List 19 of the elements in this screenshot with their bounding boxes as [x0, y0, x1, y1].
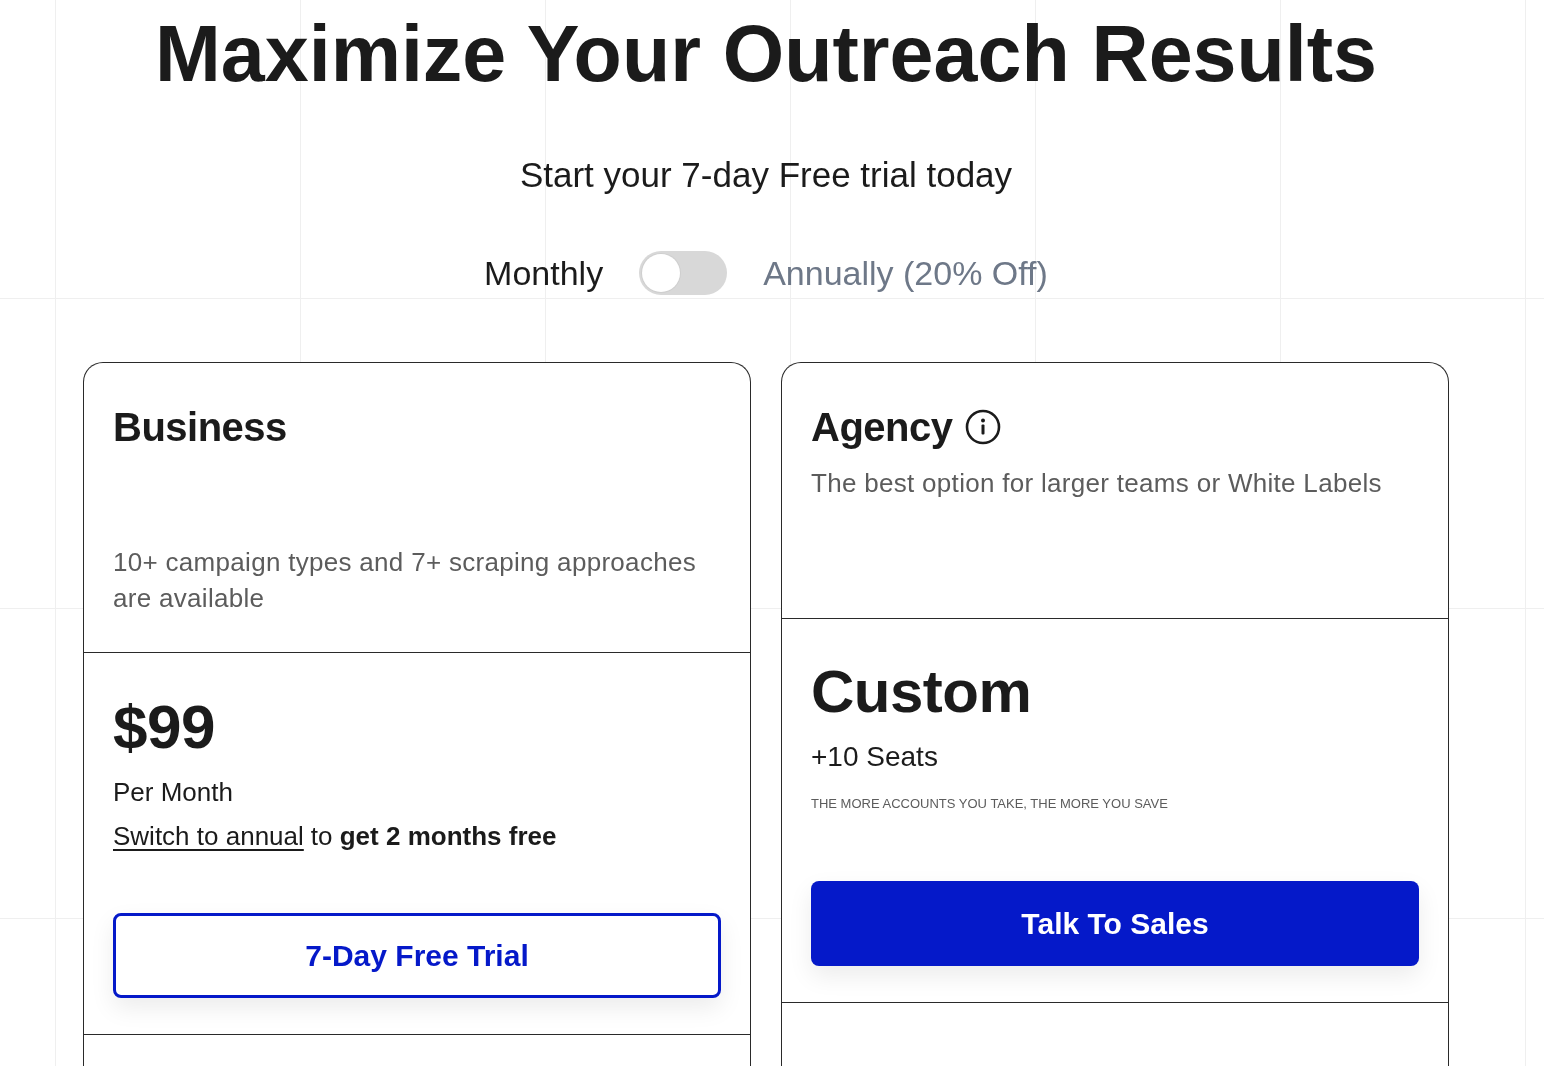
billing-period: Per Month — [113, 776, 234, 810]
plan-price: Custom — [811, 659, 1033, 725]
page-title: Maximize Your Outreach Results — [155, 14, 1377, 93]
talk-to-sales-button[interactable]: Talk To Sales — [811, 881, 1419, 966]
plan-price: $99 — [113, 693, 216, 762]
plan-description: 10+ campaign types and 7+ scraping approaches are available — [113, 546, 697, 615]
seat-count: +10 Seats — [811, 740, 939, 774]
info-icon[interactable] — [964, 409, 1001, 445]
plan-name: Agency — [811, 404, 953, 451]
billing-toggle[interactable] — [639, 251, 728, 295]
billing-option[interactable]: Annually (20% Off) — [763, 256, 1048, 290]
free-months-note: to get 2 months free — [310, 820, 557, 854]
switch-to-annual-link[interactable]: Switch to annual — [113, 819, 304, 854]
page-subtitle: Start your 7-day Free trial today — [519, 154, 1013, 196]
savings-note: THE MORE ACCOUNTS YOU TAKE, THE MORE YOU SAVE — [811, 795, 1169, 813]
free-trial-button[interactable]: 7-Day Free Trial — [113, 913, 721, 999]
plan-name: Business — [113, 404, 287, 451]
plan-description: The best option for larger teams or White Labels — [811, 467, 1383, 500]
billing-option[interactable]: Monthly — [484, 256, 604, 290]
